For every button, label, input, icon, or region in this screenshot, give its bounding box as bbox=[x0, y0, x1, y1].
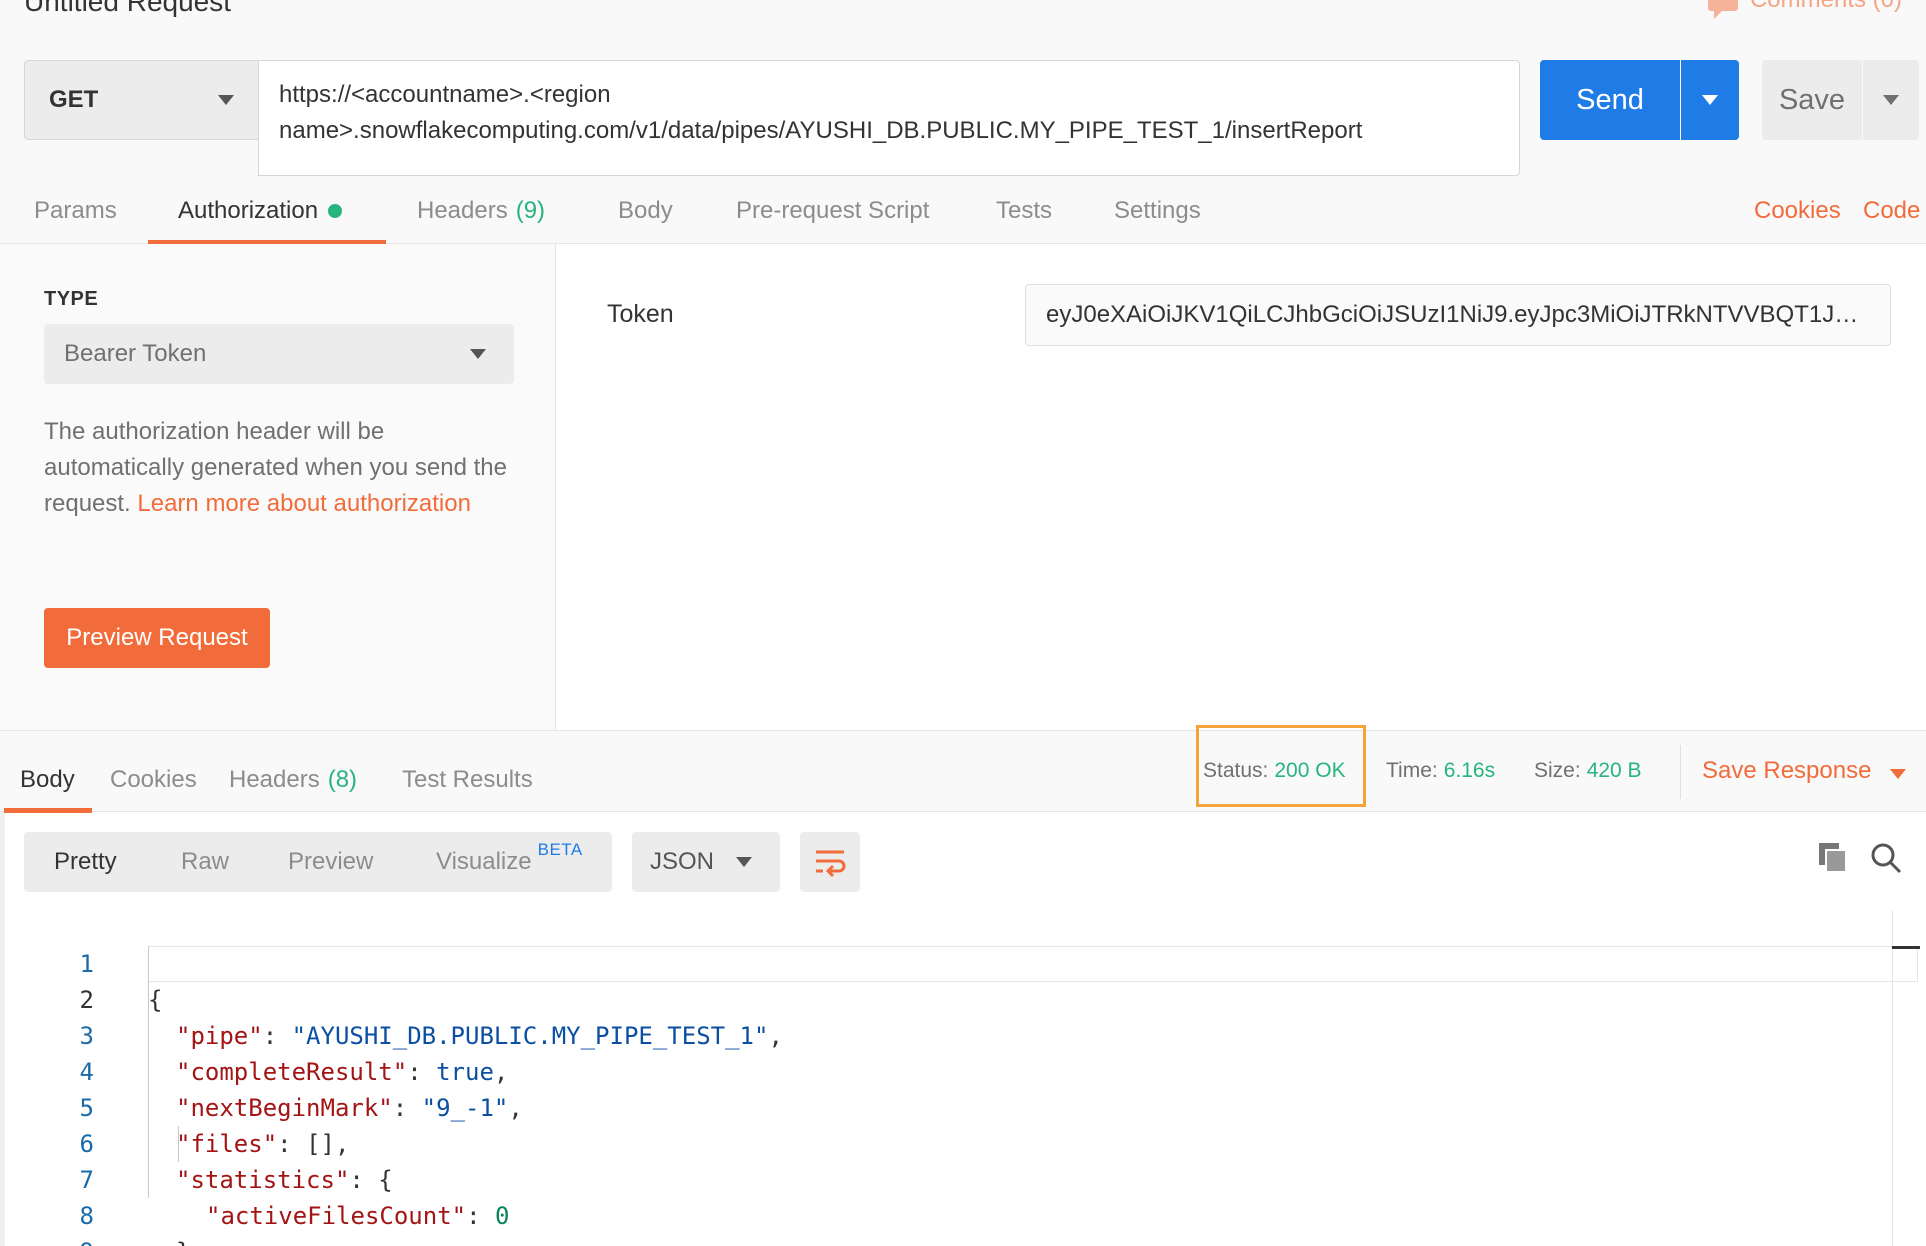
tab-authorization[interactable]: Authorization bbox=[178, 178, 343, 244]
code-scrollbar[interactable] bbox=[1892, 910, 1918, 1246]
code-line: 7 "activeFilesCount": 0 bbox=[0, 1126, 1920, 1230]
method-value: GET bbox=[49, 86, 99, 113]
save-response-chevron-down-icon[interactable] bbox=[1890, 769, 1906, 779]
cookies-link[interactable]: Cookies bbox=[1754, 178, 1841, 244]
comments-button[interactable]: Comments (0) bbox=[1707, 0, 1902, 19]
code-line: 6 "statistics": { bbox=[0, 1090, 1920, 1194]
active-dot-icon bbox=[328, 204, 343, 218]
code-line: 5 "files": [], bbox=[0, 1054, 1920, 1158]
url-input[interactable]: https://<accountname>.<region name>.snow… bbox=[258, 60, 1520, 176]
token-input[interactable]: eyJ0eXAiOiJKV1QiLCJhbGciOiJSUzI1NiJ9.eyJ… bbox=[1025, 284, 1891, 346]
code-line: 2 "pipe": "AYUSHI_DB.PUBLIC.MY_PIPE_TEST… bbox=[0, 946, 1920, 1050]
preview-request-button[interactable]: Preview Request bbox=[44, 608, 270, 668]
save-options-chevron-down-icon[interactable] bbox=[1863, 60, 1919, 140]
request-tabs: Params Authorization Headers (9) Body Pr… bbox=[0, 178, 1926, 245]
tab-headers[interactable]: Headers (9) bbox=[417, 178, 545, 244]
auth-type-value: Bearer Token bbox=[64, 340, 207, 367]
size-indicator: Size: 420 B bbox=[1534, 759, 1642, 783]
tab-headers-label: Headers bbox=[417, 197, 508, 224]
comment-icon bbox=[1707, 0, 1738, 19]
response-tab-test-results[interactable]: Test Results bbox=[402, 731, 533, 813]
response-tab-headers[interactable]: Headers (8) bbox=[229, 731, 357, 813]
title-strip: Untitled Request Comments (0) bbox=[0, 0, 1926, 40]
chevron-down-icon bbox=[736, 857, 752, 867]
code-line: 3 "completeResult": true, bbox=[0, 982, 1920, 1086]
tab-settings[interactable]: Settings bbox=[1114, 178, 1201, 244]
view-visualize[interactable]: Visualize BETA bbox=[436, 832, 583, 892]
line-number: 9 bbox=[60, 1234, 94, 1246]
view-preview[interactable]: Preview bbox=[288, 832, 373, 892]
response-tab-body[interactable]: Body bbox=[20, 731, 75, 813]
auth-type-select[interactable]: Bearer Token bbox=[44, 324, 514, 384]
time-value: 6.16s bbox=[1443, 759, 1496, 782]
tab-params[interactable]: Params bbox=[34, 178, 117, 244]
code-text: } bbox=[176, 1234, 190, 1246]
request-title[interactable]: Untitled Request bbox=[24, 0, 231, 18]
size-value: 420 B bbox=[1586, 759, 1642, 782]
send-button[interactable]: Send bbox=[1540, 60, 1680, 140]
format-value: JSON bbox=[650, 848, 715, 875]
auth-type-panel: TYPE Bearer Token The authorization head… bbox=[0, 244, 556, 730]
comments-label: Comments (0) bbox=[1750, 0, 1902, 14]
response-code-view[interactable]: 1 { 2 "pipe": "AYUSHI_DB.PUBLIC.MY_PIPE_… bbox=[0, 910, 1926, 1246]
scrollbar-cursor-marker bbox=[1892, 946, 1920, 949]
auth-description: The authorization header will be automat… bbox=[44, 414, 514, 522]
chevron-down-icon bbox=[470, 349, 486, 359]
response-tabs: Body Cookies Headers (8) Test Results St… bbox=[0, 725, 1926, 813]
response-headers-count-badge: (8) bbox=[327, 766, 358, 793]
response-view-toggle: Pretty Raw Preview Visualize BETA bbox=[24, 832, 612, 892]
code-line: 1 { bbox=[0, 910, 1920, 1014]
token-panel: Token eyJ0eXAiOiJKV1QiLCJhbGciOiJSUzI1Ni… bbox=[557, 244, 1926, 730]
code-line: 4 "nextBeginMark": "9_-1", bbox=[0, 1018, 1920, 1122]
format-select[interactable]: JSON bbox=[632, 832, 780, 892]
type-label: TYPE bbox=[44, 288, 99, 310]
status-label: Status: bbox=[1203, 759, 1269, 782]
chevron-down-icon bbox=[218, 95, 234, 105]
token-label: Token bbox=[607, 300, 674, 328]
status-indicator: Status: 200 OK bbox=[1203, 759, 1346, 783]
meta-divider bbox=[1680, 745, 1681, 799]
view-raw[interactable]: Raw bbox=[181, 832, 229, 892]
active-response-tab-indicator bbox=[4, 808, 92, 813]
url-line-1: https://<accountname>.<region bbox=[279, 81, 611, 108]
tab-pre-request-script[interactable]: Pre-request Script bbox=[736, 178, 929, 244]
send-options-chevron-down-icon[interactable] bbox=[1681, 60, 1739, 140]
search-icon[interactable] bbox=[1870, 842, 1902, 874]
beta-badge: BETA bbox=[537, 840, 583, 859]
wrap-lines-button[interactable] bbox=[800, 832, 860, 892]
size-label: Size: bbox=[1534, 759, 1581, 782]
method-select[interactable]: GET bbox=[24, 60, 258, 140]
status-value: 200 OK bbox=[1274, 759, 1346, 782]
wrap-lines-icon bbox=[816, 850, 846, 877]
save-button[interactable]: Save bbox=[1762, 60, 1862, 140]
copy-icon[interactable] bbox=[1818, 842, 1848, 874]
request-bar: GET https://<accountname>.<region name>.… bbox=[0, 40, 1926, 178]
view-visualize-label: Visualize bbox=[436, 848, 532, 875]
code-link[interactable]: Code bbox=[1863, 178, 1920, 244]
response-tab-headers-label: Headers bbox=[229, 766, 320, 793]
headers-count-badge: (9) bbox=[515, 197, 546, 224]
tab-body[interactable]: Body bbox=[618, 178, 673, 244]
view-pretty[interactable]: Pretty bbox=[54, 832, 117, 892]
url-line-2: name>.snowflakecomputing.com/v1/data/pip… bbox=[279, 117, 1363, 144]
code-line: 9 } bbox=[0, 1198, 1920, 1246]
tab-tests[interactable]: Tests bbox=[996, 178, 1052, 244]
time-indicator: Time: 6.16s bbox=[1386, 759, 1495, 783]
tab-authorization-label: Authorization bbox=[178, 197, 319, 224]
code-line: 8 } bbox=[0, 1162, 1920, 1246]
time-label: Time: bbox=[1386, 759, 1438, 782]
learn-more-link[interactable]: Learn more about authorization bbox=[137, 490, 471, 517]
save-response-button[interactable]: Save Response bbox=[1702, 757, 1871, 785]
response-tab-cookies[interactable]: Cookies bbox=[110, 731, 197, 813]
